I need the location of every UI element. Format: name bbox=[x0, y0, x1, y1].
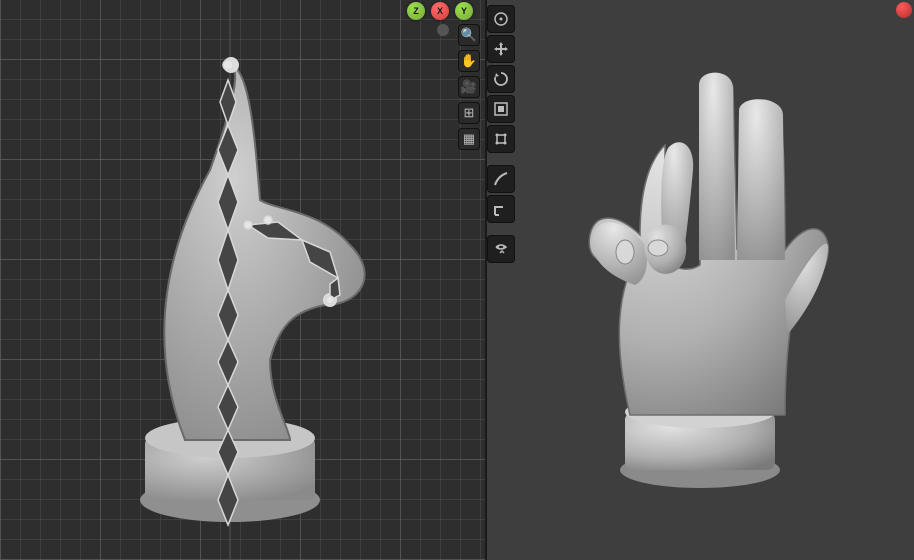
add-tool-icon[interactable] bbox=[487, 235, 515, 263]
zoom-icon[interactable]: 🔍 bbox=[458, 24, 480, 46]
axis-x[interactable]: X bbox=[431, 2, 449, 20]
viewport-right[interactable] bbox=[485, 0, 914, 560]
transform-tool-icon[interactable] bbox=[487, 125, 515, 153]
axis-z[interactable]: Z bbox=[407, 2, 425, 20]
viewport-left[interactable]: Z X Y 🔍 ✋ 🎥 ⊞ ▦ bbox=[0, 0, 485, 560]
close-icon[interactable] bbox=[896, 2, 912, 18]
axis-y[interactable]: Y bbox=[455, 2, 473, 20]
app-root: Z X Y 🔍 ✋ 🎥 ⊞ ▦ bbox=[0, 0, 914, 560]
scale-tool-icon[interactable] bbox=[487, 95, 515, 123]
axis-x-label: X bbox=[437, 6, 443, 16]
viewport-nav-toolbar: 🔍 ✋ 🎥 ⊞ ▦ bbox=[458, 24, 480, 154]
move-tool-icon[interactable] bbox=[487, 35, 515, 63]
annotate-tool-icon[interactable] bbox=[487, 165, 515, 193]
grid-icon[interactable]: ▦ bbox=[458, 128, 480, 150]
measure-tool-icon[interactable] bbox=[487, 195, 515, 223]
cursor-tool-icon[interactable] bbox=[487, 5, 515, 33]
axis-y-label: Y bbox=[461, 6, 467, 16]
rotate-tool-icon[interactable] bbox=[487, 65, 515, 93]
tool-shelf bbox=[487, 5, 515, 265]
axis-z-label: Z bbox=[413, 6, 419, 16]
persp-icon[interactable]: ⊞ bbox=[458, 102, 480, 124]
right-hand-model bbox=[485, 0, 914, 560]
left-hand-model bbox=[0, 0, 485, 560]
pan-icon[interactable]: ✋ bbox=[458, 50, 480, 72]
axis-negative[interactable] bbox=[437, 24, 449, 36]
camera-icon[interactable]: 🎥 bbox=[458, 76, 480, 98]
